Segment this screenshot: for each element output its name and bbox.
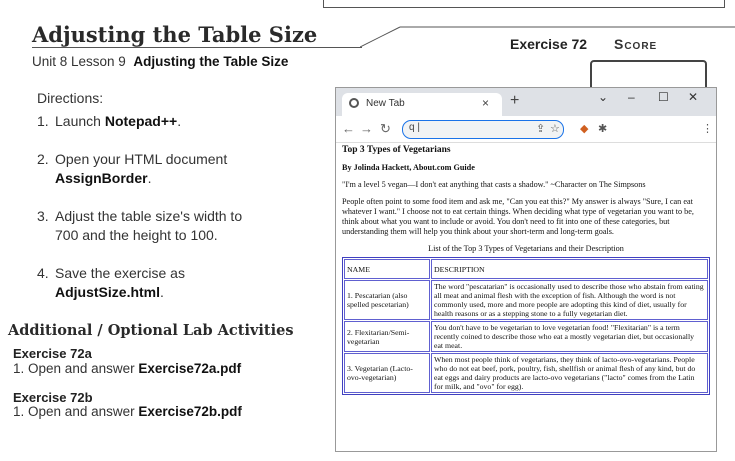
tab-title: New Tab — [366, 98, 405, 109]
item-number: 1. — [13, 404, 25, 419]
step-number: 3. — [37, 208, 49, 224]
close-tab-button[interactable]: × — [482, 96, 489, 110]
close-window-icon[interactable]: ✕ — [688, 90, 698, 104]
step-text: Launch — [55, 113, 105, 129]
tab-new-tab[interactable]: New Tab × — [342, 93, 502, 116]
table-row: 3. Vegetarian (Lacto-ovo-vegetarian) Whe… — [344, 353, 708, 393]
step-4: 4. Save the exercise as AdjustSize.html. — [37, 264, 287, 302]
article-intro: People often point to some food item and… — [342, 197, 694, 236]
minimize-icon[interactable]: – — [628, 90, 635, 104]
step-number: 2. — [37, 151, 49, 167]
browser-window: New Tab × + ⌄ – ☐ ✕ ← → ↻ q | ⇪ ☆ ◆ ✱ ⋮ … — [335, 87, 717, 452]
step-1: 1. Launch Notepad++. — [37, 112, 287, 131]
step-text: Save the exercise as — [55, 265, 185, 281]
step-bold: AdjustSize.html — [55, 284, 161, 300]
step-text: Open your HTML document — [55, 151, 228, 167]
step-3: 3. Adjust the table size's width to 700 a… — [37, 207, 287, 245]
top-frame — [323, 0, 725, 8]
page-content: Top 3 Types of Vegetarians By Jolinda Ha… — [342, 145, 710, 395]
address-bar-value: q | — [409, 122, 420, 133]
additional-activities-title: Additional / Optional Lab Activities — [8, 322, 294, 339]
header-description: DESCRIPTION — [431, 259, 708, 279]
puzzle-icon[interactable]: ✱ — [598, 122, 607, 135]
exercise-72a-heading: Exercise 72a — [13, 346, 92, 361]
article-heading: Top 3 Types of Vegetarians — [342, 145, 451, 155]
maximize-icon[interactable]: ☐ — [658, 90, 669, 104]
table-row: 2. Flexitarian/Semi-vegetarian You don't… — [344, 321, 708, 352]
table-caption: List of the Top 3 Types of Vegetarians a… — [428, 244, 624, 253]
forward-arrow-icon[interactable]: → — [360, 121, 373, 136]
cell-description: The word "pescatarian" is occasionally u… — [431, 280, 708, 320]
globe-icon — [349, 98, 359, 108]
cell-name: 1. Pescatarian (also spelled pescetarian… — [344, 280, 430, 320]
page-title: Adjusting the Table Size — [32, 22, 318, 47]
exercise-label: Exercise 72 — [510, 36, 588, 52]
unit-lesson: Unit 8 Lesson 9 Adjusting the Table Size — [32, 54, 288, 69]
share-icon[interactable]: ⇪ — [536, 122, 545, 135]
table-row: 1. Pescatarian (also spelled pescetarian… — [344, 280, 708, 320]
exercise-72a-text: 1. Open and answer Exercise72a.pdf — [13, 361, 241, 376]
item-bold: Exercise72b.pdf — [138, 404, 242, 419]
header-name: NAME — [344, 259, 430, 279]
score-label: Score — [614, 36, 658, 52]
back-arrow-icon[interactable]: ← — [342, 121, 355, 136]
title-underline — [32, 47, 362, 48]
cell-name: 3. Vegetarian (Lacto-ovo-vegetarian) — [344, 353, 430, 393]
item-bold: Exercise72a.pdf — [138, 361, 242, 376]
step-text-end: . — [147, 170, 152, 186]
cell-description: You don't have to be vegetarian to love … — [431, 321, 708, 352]
browser-toolbar: ← → ↻ q | ⇪ ☆ ◆ ✱ ⋮ — [336, 116, 716, 143]
cell-name: 2. Flexitarian/Semi-vegetarian — [344, 321, 430, 352]
step-2: 2. Open your HTML document AssignBorder. — [37, 150, 287, 188]
step-bold: Notepad++ — [104, 113, 178, 129]
menu-dots-icon[interactable]: ⋮ — [702, 122, 713, 135]
unit-prefix: Unit 8 Lesson 9 — [32, 54, 126, 69]
step-bold: AssignBorder — [55, 170, 148, 186]
step-text-line2: 700 and the height to 100. — [55, 227, 218, 243]
star-icon[interactable]: ☆ — [550, 122, 560, 135]
extension-fox-icon[interactable]: ◆ — [580, 122, 588, 135]
directions-label: Directions: — [37, 90, 104, 106]
vegetarian-table: NAME DESCRIPTION 1. Pescatarian (also sp… — [342, 257, 710, 395]
item-number: 1. — [13, 361, 25, 376]
exercise-72b-text: 1. Open and answer Exercise72b.pdf — [13, 404, 242, 419]
table-header-row: NAME DESCRIPTION — [344, 259, 708, 279]
article-quote: "I'm a level 5 vegan—I don't eat anythin… — [342, 180, 646, 189]
item-text: Open and answer — [28, 361, 139, 376]
unit-title: Adjusting the Table Size — [133, 54, 289, 69]
cell-description: When most people think of vegetarians, t… — [431, 353, 708, 393]
tab-bar: New Tab × + ⌄ – ☐ ✕ — [336, 88, 716, 116]
item-text: Open and answer — [28, 404, 139, 419]
exercise-72b-heading: Exercise 72b — [13, 390, 93, 405]
step-number: 1. — [37, 113, 49, 129]
step-number: 4. — [37, 265, 49, 281]
step-text-end: . — [177, 113, 182, 129]
chevron-down-icon[interactable]: ⌄ — [598, 90, 608, 104]
reload-icon[interactable]: ↻ — [380, 121, 391, 137]
article-byline: By Jolinda Hackett, About.com Guide — [342, 163, 475, 172]
step-text: Adjust the table size's width to — [55, 208, 243, 224]
new-tab-button[interactable]: + — [510, 92, 519, 110]
step-text-end: . — [160, 284, 164, 300]
